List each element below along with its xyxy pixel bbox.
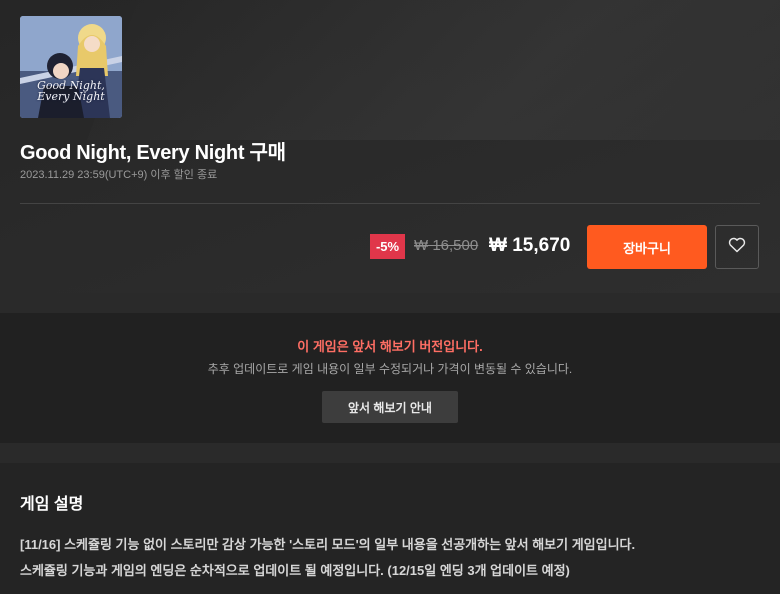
early-access-description: 추후 업데이트로 게임 내용이 일부 수정되거나 가격이 변동될 수 있습니다. [207, 362, 573, 376]
original-price: ₩ 16,500 [414, 237, 479, 254]
purchase-header: Good Night, Every Night Good Night, Ever… [0, 0, 780, 293]
wishlist-button[interactable] [715, 225, 759, 269]
game-cover-image: Good Night, Every Night [20, 16, 122, 118]
page-title: Good Night, Every Night 구매 [20, 142, 286, 164]
add-to-cart-button[interactable]: 장바구니 [587, 225, 707, 269]
sale-price: ₩ 15,670 [489, 235, 571, 256]
description-heading: 게임 설명 [20, 496, 84, 513]
description-line: 스케쥴링 기능과 게임의 엔딩은 순차적으로 업데이트 될 예정입니다. (12… [20, 563, 570, 578]
cover-title-text: Good Night, Every Night [37, 79, 105, 103]
sale-end-notice: 2023.11.29 23:59(UTC+9) 이후 할인 종료 [20, 169, 218, 181]
early-access-info-button[interactable]: 앞서 해보기 안내 [322, 391, 458, 423]
description-line: [11/16] 스케쥴링 기능 없이 스토리만 감상 가능한 '스토리 모드'의… [20, 537, 636, 552]
divider [20, 203, 760, 204]
header-background [87, 0, 780, 140]
early-access-notice: 이 게임은 앞서 해보기 버전입니다. 추후 업데이트로 게임 내용이 일부 수… [0, 313, 780, 443]
game-description-section: 게임 설명 [11/16] 스케쥴링 기능 없이 스토리만 감상 가능한 '스토… [0, 463, 780, 594]
early-access-title: 이 게임은 앞서 해보기 버전입니다. [297, 339, 483, 354]
discount-badge: -5% [370, 234, 405, 259]
heart-icon [728, 237, 746, 257]
